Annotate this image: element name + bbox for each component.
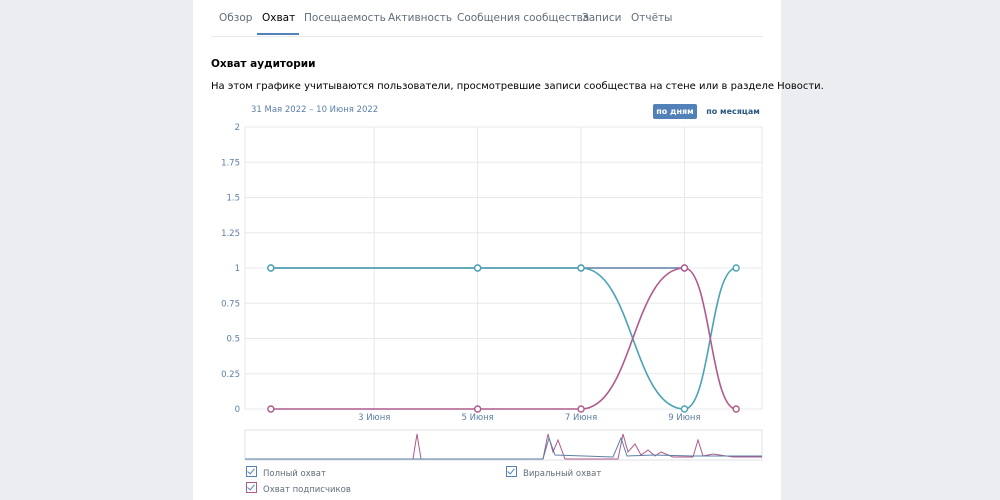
data-point: [577, 264, 585, 272]
checkbox-icon[interactable]: [506, 466, 517, 477]
legend-full[interactable]: Полный охват: [246, 466, 326, 479]
data-point: [680, 264, 689, 272]
x-axis-ticks: 3 Июня 5 Июня 7 Июня 9 Июня: [358, 413, 700, 423]
data-point: [473, 405, 482, 413]
chart-minimap[interactable]: [244, 429, 763, 461]
data-point: [267, 264, 275, 272]
data-point: [680, 405, 689, 413]
stats-card: Обзор Охват Посещаемость Активность Сооб…: [193, 0, 824, 500]
data-point: [267, 405, 275, 413]
y-tick-label: 0.5: [226, 335, 240, 345]
x-tick-label: 7 Июня: [565, 413, 597, 423]
y-axis-ticks: 0 0.25 0.5 0.75 1 1.25 1.5 1.75 2: [221, 123, 240, 415]
checkbox-icon[interactable]: [246, 466, 257, 477]
y-tick-label: 1.25: [221, 229, 240, 239]
data-point: [473, 264, 482, 272]
data-point: [577, 405, 585, 413]
y-tick-label: 1.5: [226, 194, 240, 204]
x-tick-label: 3 Июня: [358, 413, 390, 423]
reach-chart: 0 0.25 0.5 0.75 1 1.25 1.5 1.75 2 3 Июня 5 Июня 7 …: [221, 123, 763, 461]
legend-viral[interactable]: Виральный охват: [506, 466, 601, 479]
y-tick-label: 0.75: [221, 299, 240, 309]
data-point: [732, 264, 740, 272]
y-tick-label: 0: [235, 405, 240, 415]
y-tick-label: 1: [235, 264, 240, 274]
y-tick-label: 1.75: [221, 158, 240, 168]
checkbox-icon[interactable]: [246, 482, 257, 493]
y-tick-label: 0.25: [221, 370, 240, 380]
y-tick-label: 2: [235, 123, 240, 133]
x-tick-label: 5 Июня: [462, 413, 494, 423]
data-point: [732, 405, 740, 413]
x-tick-label: 9 Июня: [668, 413, 700, 423]
legend-subscribers[interactable]: Охват подписчиков: [246, 482, 351, 495]
